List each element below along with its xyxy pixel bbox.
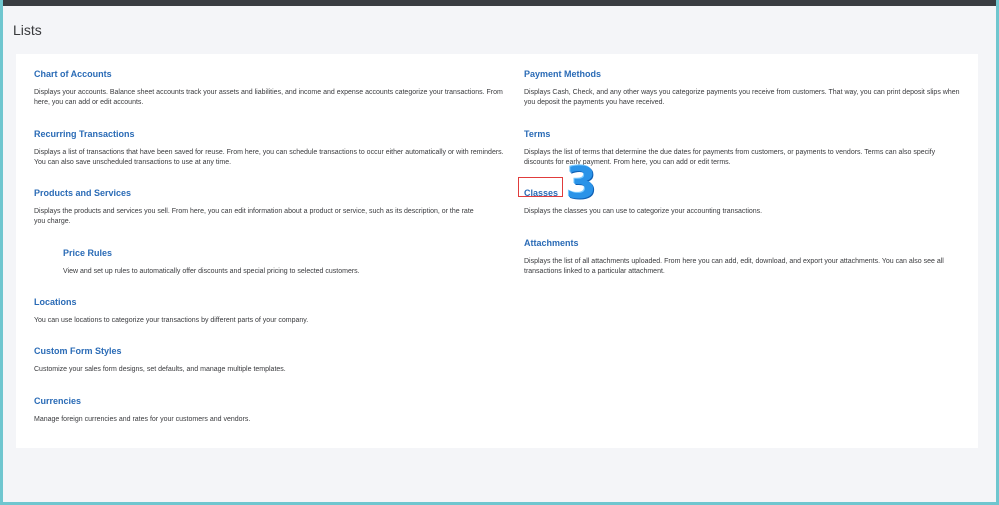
locations-description: You can use locations to categorize your… bbox=[34, 317, 309, 324]
list-item-locations: Locations You can use locations to categ… bbox=[34, 292, 509, 326]
page-title: Lists bbox=[13, 22, 42, 38]
chart-of-accounts-description: Displays your accounts. Balance sheet ac… bbox=[34, 89, 503, 106]
list-item-currencies: Currencies Manage foreign currencies and… bbox=[34, 391, 509, 425]
classes-highlight-box bbox=[518, 177, 563, 197]
recurring-transactions-description: Displays a list of transactions that hav… bbox=[34, 149, 504, 166]
price-rules-description: View and set up rules to automatically o… bbox=[63, 268, 360, 275]
price-rules-link[interactable]: Price Rules bbox=[63, 248, 112, 259]
locations-link[interactable]: Locations bbox=[34, 297, 77, 308]
list-item-products-and-services: Products and Services Displays the produ… bbox=[34, 183, 509, 227]
attachments-description: Displays the list of all attachments upl… bbox=[524, 258, 944, 275]
step-number-marker: 3 bbox=[566, 158, 597, 209]
terms-link[interactable]: Terms bbox=[524, 129, 550, 140]
payment-methods-description: Displays Cash, Check, and any other ways… bbox=[524, 89, 960, 106]
custom-form-styles-description: Customize your sales form designs, set d… bbox=[34, 366, 286, 373]
attachments-link[interactable]: Attachments bbox=[524, 238, 579, 249]
list-item-recurring-transactions: Recurring Transactions Displays a list o… bbox=[34, 124, 509, 168]
products-and-services-link[interactable]: Products and Services bbox=[34, 188, 131, 199]
recurring-transactions-link[interactable]: Recurring Transactions bbox=[34, 129, 135, 140]
products-and-services-description: Displays the products and services you s… bbox=[34, 208, 474, 225]
list-item-chart-of-accounts: Chart of Accounts Displays your accounts… bbox=[34, 64, 509, 108]
currencies-link[interactable]: Currencies bbox=[34, 396, 81, 407]
payment-methods-link[interactable]: Payment Methods bbox=[524, 69, 601, 80]
list-item-attachments: Attachments Displays the list of all att… bbox=[524, 233, 960, 277]
currencies-description: Manage foreign currencies and rates for … bbox=[34, 416, 251, 423]
list-item-price-rules: Price Rules View and set up rules to aut… bbox=[63, 243, 483, 277]
list-item-payment-methods: Payment Methods Displays Cash, Check, an… bbox=[524, 64, 960, 108]
chart-of-accounts-link[interactable]: Chart of Accounts bbox=[34, 69, 112, 80]
custom-form-styles-link[interactable]: Custom Form Styles bbox=[34, 346, 122, 357]
list-item-custom-form-styles: Custom Form Styles Customize your sales … bbox=[34, 341, 509, 375]
